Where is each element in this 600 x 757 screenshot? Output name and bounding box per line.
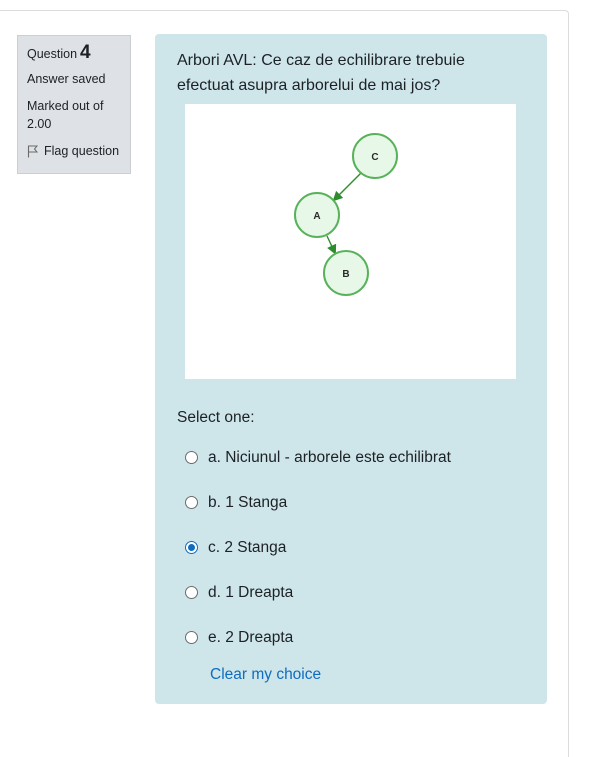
radio-a[interactable]	[185, 451, 198, 464]
answer-option-a[interactable]: a. Niciunul - arborele este echilibrat	[185, 435, 525, 480]
answer-label-d[interactable]: d. 1 Dreapta	[208, 584, 293, 602]
flag-question-button[interactable]: Flag question	[27, 142, 121, 160]
answer-label-b[interactable]: b. 1 Stanga	[208, 494, 287, 512]
node-label-c: C	[371, 152, 378, 163]
question-content: Arbori AVL: Ce caz de echilibrare trebui…	[155, 34, 547, 704]
radio-d[interactable]	[185, 586, 198, 599]
question-heading: Question 4	[27, 42, 121, 63]
avl-tree-diagram: C A B	[294, 133, 398, 296]
answer-option-d[interactable]: d. 1 Dreapta	[185, 570, 525, 615]
clear-choice-link[interactable]: Clear my choice	[210, 666, 525, 684]
node-label-a: A	[313, 211, 320, 222]
tree-node-b: B	[323, 250, 369, 296]
quiz-page: Question 4 Answer saved Marked out of 2.0…	[0, 0, 600, 757]
answer-label-c[interactable]: c. 2 Stanga	[208, 539, 286, 557]
tree-edge-c-a	[332, 172, 362, 202]
answer-option-c[interactable]: c. 2 Stanga	[185, 525, 525, 570]
question-number: 4	[80, 42, 91, 63]
question-info-panel: Question 4 Answer saved Marked out of 2.0…	[17, 35, 131, 174]
tree-edge-a-b	[326, 235, 337, 255]
flag-icon	[27, 145, 39, 158]
tree-node-a: A	[294, 192, 340, 238]
radio-c[interactable]	[185, 541, 198, 554]
answer-label-a[interactable]: a. Niciunul - arborele este echilibrat	[208, 449, 451, 467]
node-label-b: B	[342, 269, 349, 280]
question-text: Arbori AVL: Ce caz de echilibrare trebui…	[177, 52, 465, 94]
radio-b[interactable]	[185, 496, 198, 509]
answer-label-e[interactable]: e. 2 Dreapta	[208, 629, 293, 647]
tree-node-c: C	[352, 133, 398, 179]
avl-tree-image: C A B	[185, 104, 516, 379]
answer-option-e[interactable]: e. 2 Dreapta	[185, 615, 525, 660]
question-label: Question	[27, 47, 78, 61]
answer-state: Answer saved	[27, 72, 106, 86]
grade-info: Marked out of 2.00	[27, 99, 104, 131]
flag-label: Flag question	[44, 144, 120, 158]
select-one-prompt: Select one:	[177, 409, 255, 426]
answer-options: a. Niciunul - arborele este echilibrat b…	[177, 435, 525, 660]
answer-option-b[interactable]: b. 1 Stanga	[185, 480, 525, 525]
radio-e[interactable]	[185, 631, 198, 644]
